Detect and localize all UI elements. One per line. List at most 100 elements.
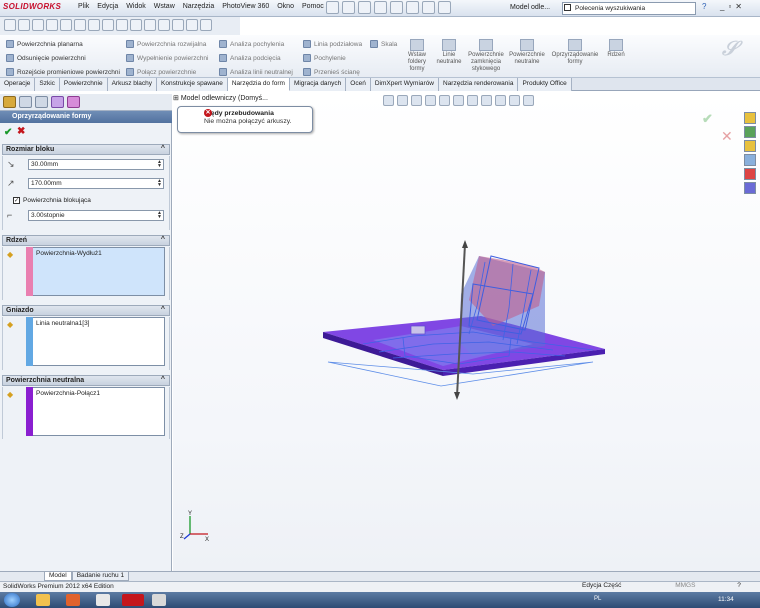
draft-button[interactable]: Pochylenie <box>303 53 362 63</box>
core-group-header[interactable]: Rdzeń ^ <box>2 235 170 246</box>
parting-surface-group-header[interactable]: Powierzchnia neutralna ^ <box>2 375 170 386</box>
chrome-icon[interactable] <box>96 594 110 606</box>
menu-edycja[interactable]: Edycja <box>97 3 118 10</box>
tab-dimxpert[interactable]: DimXpert Wymiarów <box>370 78 439 91</box>
print-icon[interactable] <box>374 1 387 14</box>
search-icon[interactable] <box>564 4 571 11</box>
tab-narzedzia-renderowania[interactable]: Narzędzia renderowania <box>439 78 519 91</box>
system-clock[interactable]: 11:34 <box>718 596 734 603</box>
search-input[interactable]: Polecenia wyszukiwania <box>562 2 696 15</box>
select-icon[interactable] <box>406 1 419 14</box>
language-indicator[interactable]: PL <box>594 596 601 602</box>
interlock-surface-checkbox[interactable]: ✓ <box>13 197 20 204</box>
maximize-button[interactable]: ▫ <box>728 2 731 11</box>
planar-surface-button[interactable]: Powierzchnia planarna <box>6 39 120 49</box>
zoom-fit-icon[interactable] <box>4 19 16 31</box>
radiate-surface-button[interactable]: Rozejście promieniowe powierzchni <box>6 67 120 77</box>
tab-powierzchnie[interactable]: Powierzchnie <box>59 78 108 91</box>
knit-surface-button[interactable]: Połącz powierzchnie <box>126 67 208 77</box>
section-view-icon[interactable] <box>46 19 58 31</box>
move-face-button[interactable]: Przenieś ścianę <box>303 67 362 77</box>
cavity-item[interactable]: Linia neutralna1[3] <box>36 320 90 327</box>
split-line-button[interactable]: Linia podziałowa <box>303 39 362 49</box>
filled-surface-button[interactable]: Wypełnienie powierzchni <box>126 53 208 63</box>
parting-surface-item[interactable]: Powierzchnia-Połącz1 <box>36 390 100 397</box>
spin-arrows-icon[interactable]: ▲ ▼ <box>157 179 162 188</box>
feature-manager-icon[interactable] <box>3 96 16 108</box>
ok-button[interactable]: ✔ <box>4 127 12 138</box>
menu-plik[interactable]: Plik <box>78 3 89 10</box>
tile-icon[interactable] <box>186 19 198 31</box>
cavity-selection-box[interactable]: Linia neutralna1[3] <box>26 317 165 366</box>
window-icon[interactable] <box>200 19 212 31</box>
zoom-area-icon[interactable] <box>18 19 30 31</box>
menu-pomoc[interactable]: Pomoc <box>302 3 324 10</box>
insert-mold-folders-button[interactable]: Wstaw foldery formy <box>402 39 432 73</box>
solidworks-taskbar-icon[interactable] <box>122 594 144 606</box>
display-manager-icon[interactable] <box>67 96 80 108</box>
rotate-icon[interactable] <box>144 19 156 31</box>
scene-icon[interactable] <box>116 19 128 31</box>
collapse-icon[interactable]: ^ <box>161 376 165 383</box>
block-size-group-header[interactable]: Rozmiar bloku ^ <box>2 144 170 155</box>
minimize-button[interactable]: _ <box>720 2 724 11</box>
parting-surfaces-button[interactable]: Powierzchnie neutralne <box>508 39 546 66</box>
scale-button[interactable]: Skala <box>370 39 397 49</box>
ruled-surface-button[interactable]: Powierzchnia rozwijalna <box>126 39 208 49</box>
undo-icon[interactable] <box>390 1 403 14</box>
core-selection-box[interactable]: Powierzchnia-Wydłuż1 <box>26 247 165 296</box>
undercut-analysis-button[interactable]: Analiza podcięcia <box>219 53 293 63</box>
tab-produkty-office[interactable]: Produkty Office <box>518 78 572 91</box>
tab-narzedzia-do-form[interactable]: Narzędzia do form <box>227 78 290 91</box>
appearance-icon[interactable] <box>102 19 114 31</box>
tab-motion-study[interactable]: Badanie ruchu 1 <box>71 572 130 581</box>
draft-analysis-button[interactable]: Analiza pochylenia <box>219 39 293 49</box>
new-document-icon[interactable] <box>326 1 339 14</box>
spin-arrows-icon[interactable]: ▲ ▼ <box>157 160 162 169</box>
status-units[interactable]: MMGS <box>675 582 695 589</box>
parting-line-analysis-button[interactable]: Analiza linii neutralnej <box>219 67 293 77</box>
configuration-manager-icon[interactable] <box>35 96 48 108</box>
core-button[interactable]: Rdzeń <box>604 39 628 59</box>
status-help-icon[interactable]: ? <box>737 582 741 589</box>
view-orientation-icon[interactable] <box>60 19 72 31</box>
save-icon[interactable] <box>358 1 371 14</box>
parting-surface-selection-box[interactable]: Powierzchnia-Połącz1 <box>26 387 165 436</box>
cancel-button[interactable]: ✖ <box>17 126 25 137</box>
menu-photoview[interactable]: PhotoView 360 <box>222 3 269 10</box>
tab-arkusz-blachy[interactable]: Arkusz blachy <box>107 78 158 91</box>
mold-model-3d[interactable] <box>173 94 760 571</box>
pan-icon[interactable] <box>158 19 170 31</box>
depth-direction2-field[interactable]: 170.00mm ▲ ▼ <box>28 178 164 189</box>
offset-surface-button[interactable]: Odsunięcie powierzchni <box>6 53 120 63</box>
box-icon[interactable] <box>172 19 184 31</box>
collapse-icon[interactable]: ^ <box>161 306 165 313</box>
cavity-group-header[interactable]: Gniazdo ^ <box>2 305 170 316</box>
open-icon[interactable] <box>342 1 355 14</box>
parting-lines-button[interactable]: Linie neutralne <box>434 39 464 66</box>
depth-direction1-field[interactable]: 30.00mm ▲ ▼ <box>28 159 164 170</box>
property-manager-icon[interactable] <box>19 96 32 108</box>
shut-off-surfaces-button[interactable]: Powierzchnie zamknięcia stykowego <box>466 39 506 73</box>
collapse-icon[interactable]: ^ <box>161 236 165 243</box>
tab-ocen[interactable]: Oceń <box>346 78 371 91</box>
collapse-icon[interactable]: ^ <box>161 145 165 152</box>
explorer-icon[interactable] <box>36 594 50 606</box>
view-settings-icon[interactable] <box>130 19 142 31</box>
hide-show-icon[interactable] <box>88 19 100 31</box>
rebuild-icon[interactable] <box>422 1 435 14</box>
menu-okno[interactable]: Okno <box>277 3 294 10</box>
tab-model[interactable]: Model <box>44 572 72 581</box>
tab-konstrukcje-spawane[interactable]: Konstrukcje spawane <box>157 78 228 91</box>
spin-arrows-icon[interactable]: ▲ ▼ <box>157 211 162 220</box>
tooling-split-button[interactable]: Oprzyrządowanie formy <box>550 39 600 66</box>
tab-szkic[interactable]: Szkic <box>35 78 60 91</box>
tab-operacje[interactable]: Operacje <box>0 78 36 91</box>
draft-angle-field[interactable]: 3.00stopnie ▲ ▼ <box>28 210 164 221</box>
dimxpert-manager-icon[interactable] <box>51 96 64 108</box>
help-icon[interactable]: ? <box>702 2 706 11</box>
close-button[interactable]: ✕ <box>735 2 742 11</box>
previous-view-icon[interactable] <box>32 19 44 31</box>
options-icon[interactable] <box>438 1 451 14</box>
menu-widok[interactable]: Widok <box>126 3 145 10</box>
